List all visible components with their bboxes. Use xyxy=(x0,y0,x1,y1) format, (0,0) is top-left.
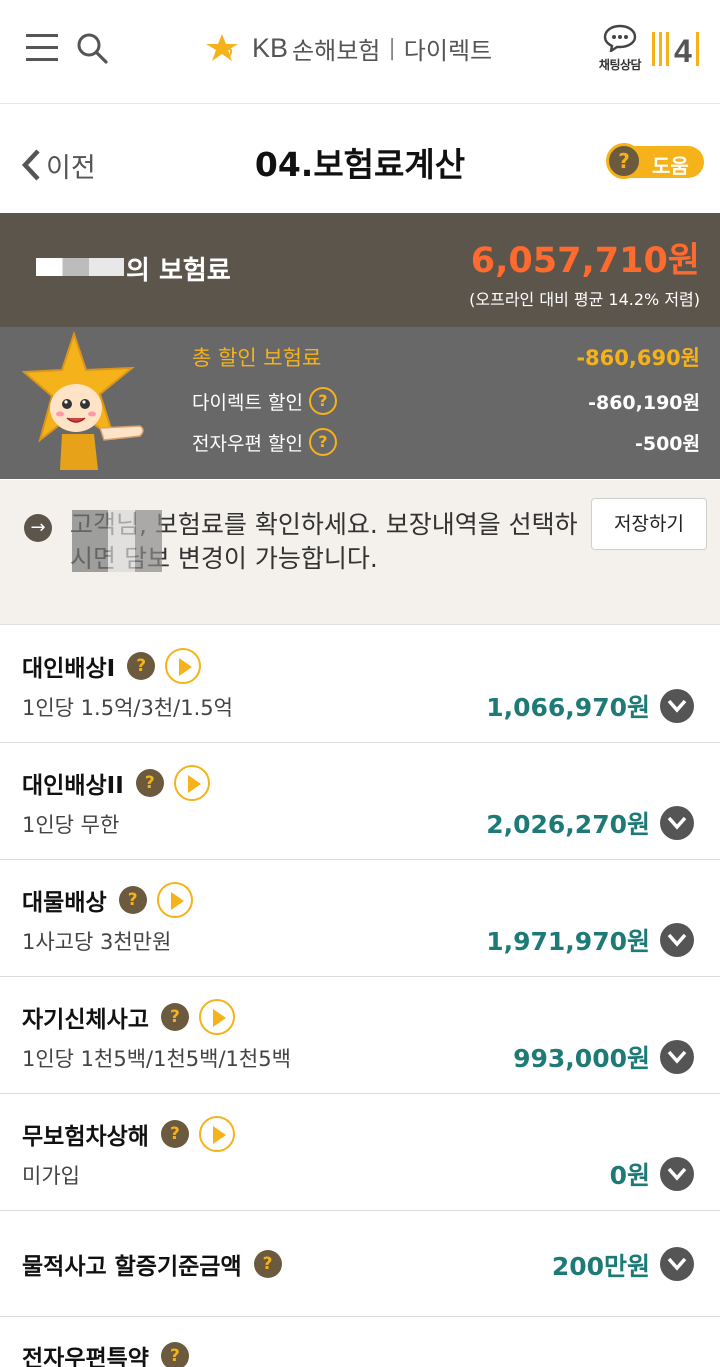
coverage-row[interactable]: 무보험차상해? 미가입 0원 xyxy=(0,1094,720,1211)
coverage-detail: 1인당 무한 xyxy=(22,813,120,837)
coverage-title: 대인배상II xyxy=(22,773,124,799)
question-mark-icon[interactable]: ? xyxy=(127,652,156,680)
svg-text:b: b xyxy=(224,43,233,59)
question-mark-icon[interactable]: ? xyxy=(160,1342,189,1367)
chevron-down-icon[interactable] xyxy=(660,1247,694,1281)
coverage-row[interactable]: 물적사고 할증기준금액? 200만원 xyxy=(0,1211,720,1317)
coverage-title: 자기신체사고 xyxy=(22,1007,149,1033)
star-mascot-image xyxy=(22,330,144,470)
question-mark-icon[interactable]: ? xyxy=(160,1120,189,1148)
brand-name-text: 손해보험 xyxy=(292,36,381,65)
coverage-title: 대인배상I xyxy=(22,656,116,682)
brand-direct-text: 다이렉트 xyxy=(403,36,493,65)
chat-label: 채팅상담 xyxy=(598,58,642,72)
coverage-detail: 1인당 1.5억/3천/1.5억 xyxy=(22,696,233,720)
arrow-right-icon: → xyxy=(24,514,52,542)
email-discount-value: -500원 xyxy=(634,432,700,455)
coverage-title: 대물배상 xyxy=(22,890,107,916)
chevron-down-icon[interactable] xyxy=(660,923,694,957)
question-mark-icon[interactable]: ? xyxy=(253,1250,282,1278)
hamburger-menu-icon[interactable] xyxy=(26,32,58,62)
coverage-detail: 1인당 1천5백/1천5백/1천5백 xyxy=(22,1047,291,1071)
total-discount-row: 총 할인 보험료 -860,690원 xyxy=(192,340,700,374)
question-mark-icon[interactable]: ? xyxy=(118,886,147,914)
kb-star-logo-icon: b xyxy=(206,34,238,61)
question-mark-icon[interactable]: ? xyxy=(160,1003,189,1031)
play-icon[interactable] xyxy=(198,999,235,1035)
direct-discount-label: 다이렉트 할인 xyxy=(192,391,303,414)
direct-discount-value: -860,190원 xyxy=(588,391,700,414)
chevron-down-icon[interactable] xyxy=(660,689,694,723)
coverage-row[interactable]: 대물배상? 1사고당 3천만원 1,971,970원 xyxy=(0,860,720,977)
coverage-amount: 200만원 xyxy=(551,1252,650,1281)
premium-label: 의 보험료 xyxy=(126,256,231,286)
direct-discount-row: 다이렉트 할인? -860,190원 xyxy=(192,384,700,418)
question-mark-icon[interactable]: ? xyxy=(135,769,164,797)
question-mark-icon[interactable]: ? xyxy=(308,387,337,415)
play-icon[interactable] xyxy=(173,765,210,801)
coverage-amount: 993,000원 xyxy=(513,1044,650,1073)
total-discount-label: 총 할인 보험료 xyxy=(192,346,322,370)
coverage-title: 물적사고 할증기준금액 xyxy=(22,1254,242,1280)
coverage-title: 전자우편특약 xyxy=(22,1346,149,1367)
coverage-amount: 2,026,270원 xyxy=(486,810,650,839)
play-icon[interactable] xyxy=(165,648,202,684)
search-icon[interactable] xyxy=(76,32,108,64)
coverage-row[interactable]: 자기신체사고? 1인당 1천5백/1천5백/1천5백 993,000원 xyxy=(0,977,720,1094)
help-label: 도움 xyxy=(652,154,689,178)
brand-separator: | xyxy=(388,35,396,61)
brand-logo[interactable]: b KB 손해보험 | 다이렉트 xyxy=(202,28,492,68)
coverage-amount: 0원 xyxy=(609,1161,650,1190)
blurred-customer-name xyxy=(72,510,162,572)
logo-number: 4 xyxy=(674,33,692,68)
chat-bubble-icon xyxy=(603,24,637,54)
coverage-title: 무보험차상해 xyxy=(22,1124,149,1150)
brand-kb-text: KB xyxy=(252,32,289,63)
coverage-row[interactable]: 대인배상I? 1인당 1.5억/3천/1.5억 1,066,970원 xyxy=(0,626,720,743)
premium-amount: 6,057,710원 xyxy=(470,241,700,281)
kb-brand-bars-icon: 4 xyxy=(652,32,699,68)
coverage-detail: 미가입 xyxy=(22,1164,80,1188)
blurred-customer-name xyxy=(36,258,124,276)
premium-note: (오프라인 대비 평균 14.2% 저렴) xyxy=(469,290,700,309)
coverage-row[interactable]: 전자우편특약? xyxy=(0,1317,720,1367)
coverage-amount: 1,066,970원 xyxy=(486,693,650,722)
save-button[interactable]: 저장하기 xyxy=(591,498,707,550)
coverage-detail: 1사고당 3천만원 xyxy=(22,930,172,954)
play-icon[interactable] xyxy=(198,1116,235,1152)
email-discount-label: 전자우편 할인 xyxy=(192,432,303,455)
chevron-down-icon[interactable] xyxy=(660,1157,694,1191)
chevron-down-icon[interactable] xyxy=(660,806,694,840)
help-button[interactable]: ? 도움 xyxy=(606,143,704,181)
email-discount-row: 전자우편 할인? -500원 xyxy=(192,425,700,459)
chevron-down-icon[interactable] xyxy=(660,1040,694,1074)
coverage-amount: 1,971,970원 xyxy=(486,927,650,956)
question-mark-icon: ? xyxy=(606,143,642,179)
chat-consult-button[interactable]: 채팅상담 xyxy=(594,24,646,74)
play-icon[interactable] xyxy=(156,882,193,918)
coverage-row[interactable]: 대인배상II? 1인당 무한 2,026,270원 xyxy=(0,743,720,860)
question-mark-icon[interactable]: ? xyxy=(308,428,337,456)
total-discount-value: -860,690원 xyxy=(576,346,700,370)
